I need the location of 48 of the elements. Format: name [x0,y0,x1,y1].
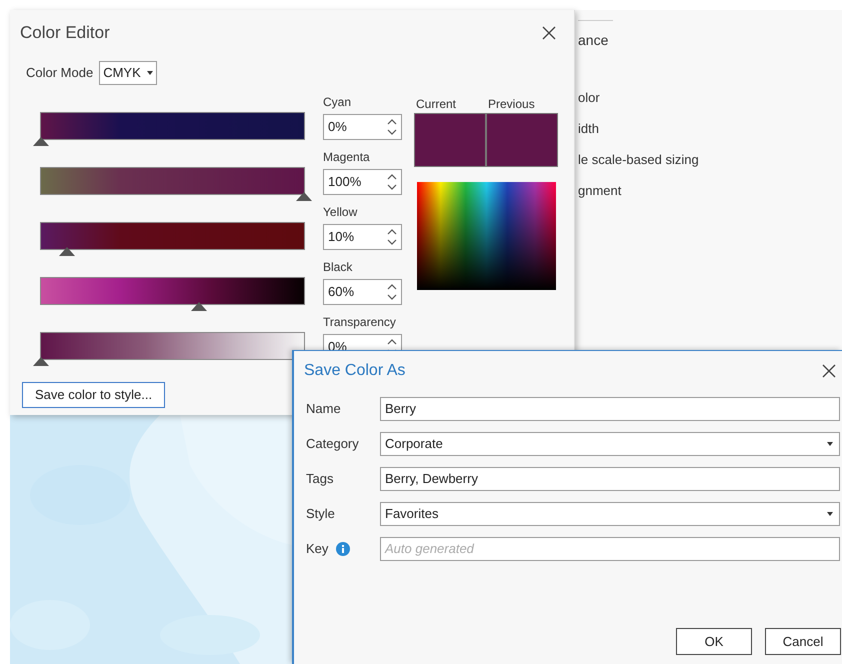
dialog-title: Color Editor [20,22,110,44]
field-label: Style [306,505,335,524]
field-label: Category [306,435,359,454]
channel-label: Transparency [323,314,397,331]
property-label: gnment [578,182,622,200]
swatch-label: Previous [487,96,536,113]
channel-label: Cyan [323,94,352,111]
swatch-label: Current [415,96,458,113]
value-spinbox[interactable]: 10% [323,224,402,250]
dropdown-field[interactable]: Favorites [380,502,840,526]
property-label: le scale-based sizing [578,151,700,169]
dialog-title: Save Color As [304,361,406,381]
text-field[interactable]: Berry, Dewberry [380,467,840,491]
dropdown-field[interactable]: Corporate [380,432,840,456]
value-spinbox[interactable]: 100% [323,169,402,195]
spinner-arrows-icon[interactable] [387,282,397,302]
close-icon[interactable] [822,364,836,378]
spinner-arrows-icon[interactable] [387,117,397,137]
slider-thumb[interactable] [59,247,76,256]
slider-thumb[interactable] [296,192,312,201]
caret-icon [827,512,833,516]
caret-icon [146,71,153,75]
channel-label: Magenta [323,149,371,166]
slider-thumb[interactable] [33,137,49,146]
value-spinbox[interactable]: 60% [323,279,402,305]
property-label: olor [578,89,601,107]
color-mode-dropdown[interactable]: CMYK [99,61,157,85]
field-label: Key [306,540,328,558]
spinner-arrows-icon[interactable] [387,172,397,192]
dialog-button[interactable]: OK [676,628,752,655]
caret-icon [827,442,833,446]
channel-label: Yellow [323,204,358,221]
field-label: Tags [306,470,334,488]
channel-label: Black [323,259,354,276]
slider-thumb[interactable] [190,302,207,311]
dialog-button[interactable]: Cancel [765,628,841,655]
text-field[interactable]: Berry [380,397,840,421]
spinner-arrows-icon[interactable] [387,227,397,247]
value-spinbox[interactable]: 0% [323,114,402,140]
color-spectrum[interactable] [417,182,556,290]
property-label: idth [578,120,600,138]
save-color-button[interactable]: Save color to style... [22,382,166,408]
close-icon[interactable] [542,26,556,40]
color-mode-label: Color Mode [26,64,94,82]
slider-thumb[interactable] [33,357,49,366]
info-icon[interactable] [336,542,350,556]
field-label: Name [306,400,341,418]
section-heading: ance [578,31,610,50]
